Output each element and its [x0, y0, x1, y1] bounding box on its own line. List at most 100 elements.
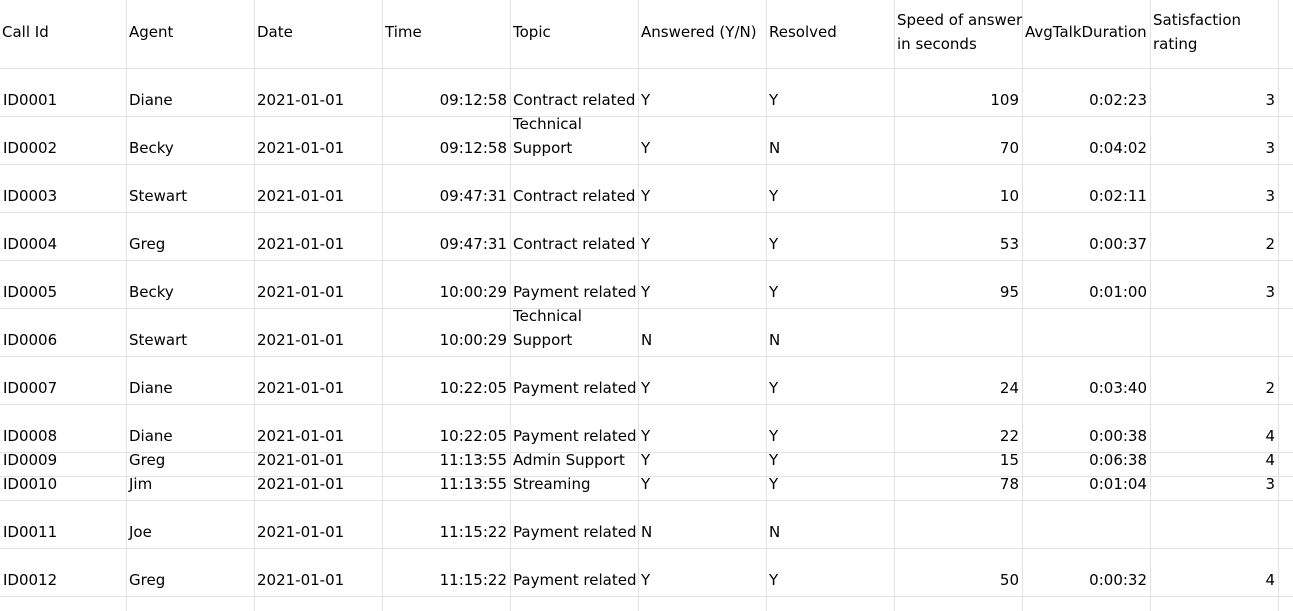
cell-answered[interactable]: Y	[641, 448, 763, 472]
cell-speed-of-answer[interactable]: 109	[897, 88, 1019, 112]
cell-resolved[interactable]: N	[769, 136, 891, 160]
header-speed-of-answer[interactable]: in seconds	[897, 32, 1022, 56]
cell-answered[interactable]: Y	[641, 136, 763, 160]
header-time[interactable]: Time	[385, 20, 510, 44]
cell-satisfaction-rating[interactable]: 2	[1153, 376, 1275, 400]
header-answered[interactable]: Answered (Y/N)	[641, 20, 766, 44]
cell-topic[interactable]: Payment related	[513, 376, 637, 400]
cell-satisfaction-rating[interactable]: 4	[1153, 424, 1275, 448]
cell-answered[interactable]: Y	[641, 472, 763, 496]
cell-time[interactable]: 09:47:31	[385, 184, 507, 208]
cell-time[interactable]: 11:13:55	[385, 448, 507, 472]
header-agent[interactable]: Agent	[129, 20, 254, 44]
cell-call-id[interactable]: ID0005	[3, 280, 123, 304]
spreadsheet-grid[interactable]: Call Id Agent Date Time Topic Answered (Y/N) R…	[0, 0, 1293, 611]
cell-topic[interactable]: Technical Support	[513, 112, 603, 160]
cell-time[interactable]: 10:00:29	[385, 328, 507, 352]
cell-speed-of-answer[interactable]: 15	[897, 448, 1019, 472]
cell-satisfaction-rating[interactable]: 3	[1153, 472, 1275, 496]
cell-speed-of-answer[interactable]	[897, 520, 1019, 544]
header-avg-talk-duration[interactable]: AvgTalkDuration	[1025, 20, 1150, 44]
cell-answered[interactable]: Y	[641, 568, 763, 592]
cell-date[interactable]: 2021-01-01	[257, 424, 379, 448]
cell-answered[interactable]: Y	[641, 232, 763, 256]
cell-topic[interactable]: Admin Support	[513, 448, 635, 472]
cell-speed-of-answer[interactable]: 10	[897, 184, 1019, 208]
cell-satisfaction-rating[interactable]	[1153, 520, 1275, 544]
cell-topic[interactable]: Contract related	[513, 184, 635, 208]
cell-call-id[interactable]: ID0001	[3, 88, 123, 112]
cell-call-id[interactable]: ID0011	[3, 520, 123, 544]
cell-answered[interactable]: N	[641, 520, 763, 544]
cell-speed-of-answer[interactable]: 70	[897, 136, 1019, 160]
cell-agent[interactable]: Stewart	[129, 328, 251, 352]
cell-satisfaction-rating[interactable]: 3	[1153, 88, 1275, 112]
cell-satisfaction-rating[interactable]	[1153, 328, 1275, 352]
cell-agent[interactable]: Diane	[129, 376, 251, 400]
header-satisfaction-rating[interactable]: Satisfaction	[1153, 8, 1278, 32]
cell-answered[interactable]: Y	[641, 424, 763, 448]
cell-topic[interactable]: Payment related	[513, 424, 637, 448]
cell-speed-of-answer[interactable]: 22	[897, 424, 1019, 448]
cell-avg-talk-duration[interactable]: 0:03:40	[1025, 376, 1147, 400]
cell-date[interactable]: 2021-01-01	[257, 88, 379, 112]
cell-satisfaction-rating[interactable]: 3	[1153, 136, 1275, 160]
cell-answered[interactable]: Y	[641, 184, 763, 208]
cell-call-id[interactable]: ID0010	[3, 472, 123, 496]
cell-resolved[interactable]: Y	[769, 448, 891, 472]
cell-agent[interactable]: Becky	[129, 136, 251, 160]
cell-agent[interactable]: Diane	[129, 424, 251, 448]
cell-topic[interactable]: Payment related	[513, 568, 637, 592]
cell-topic[interactable]: Contract related	[513, 232, 635, 256]
cell-resolved[interactable]: N	[769, 520, 891, 544]
header-satisfaction-rating[interactable]: rating	[1153, 32, 1278, 56]
cell-answered[interactable]: Y	[641, 376, 763, 400]
cell-resolved[interactable]: Y	[769, 472, 891, 496]
cell-avg-talk-duration[interactable]: 0:00:32	[1025, 568, 1147, 592]
cell-answered[interactable]: Y	[641, 280, 763, 304]
cell-call-id[interactable]: ID0008	[3, 424, 123, 448]
cell-date[interactable]: 2021-01-01	[257, 184, 379, 208]
cell-agent[interactable]: Greg	[129, 448, 251, 472]
cell-avg-talk-duration[interactable]: 0:02:11	[1025, 184, 1147, 208]
cell-topic[interactable]: Technical Support	[513, 304, 603, 352]
cell-call-id[interactable]: ID0012	[3, 568, 123, 592]
cell-agent[interactable]: Greg	[129, 568, 251, 592]
cell-topic[interactable]: Streaming	[513, 472, 635, 496]
cell-avg-talk-duration[interactable]: 0:01:04	[1025, 472, 1147, 496]
header-speed-of-answer[interactable]: Speed of answer	[897, 8, 1022, 32]
cell-resolved[interactable]: Y	[769, 88, 891, 112]
cell-topic[interactable]: Payment related	[513, 280, 637, 304]
cell-time[interactable]: 11:15:22	[385, 568, 507, 592]
cell-date[interactable]: 2021-01-01	[257, 232, 379, 256]
cell-avg-talk-duration[interactable]: 0:00:38	[1025, 424, 1147, 448]
cell-agent[interactable]: Joe	[129, 520, 251, 544]
cell-time[interactable]: 10:22:05	[385, 424, 507, 448]
cell-call-id[interactable]: ID0009	[3, 448, 123, 472]
cell-date[interactable]: 2021-01-01	[257, 376, 379, 400]
cell-satisfaction-rating[interactable]: 2	[1153, 232, 1275, 256]
cell-answered[interactable]: N	[641, 328, 763, 352]
cell-time[interactable]: 10:00:29	[385, 280, 507, 304]
cell-call-id[interactable]: ID0006	[3, 328, 123, 352]
cell-time[interactable]: 09:12:58	[385, 88, 507, 112]
cell-speed-of-answer[interactable]: 50	[897, 568, 1019, 592]
cell-avg-talk-duration[interactable]: 0:00:37	[1025, 232, 1147, 256]
cell-satisfaction-rating[interactable]: 4	[1153, 448, 1275, 472]
cell-agent[interactable]: Greg	[129, 232, 251, 256]
cell-avg-talk-duration[interactable]	[1025, 520, 1147, 544]
cell-agent[interactable]: Jim	[129, 472, 251, 496]
cell-date[interactable]: 2021-01-01	[257, 520, 379, 544]
cell-agent[interactable]: Stewart	[129, 184, 251, 208]
header-call-id[interactable]: Call Id	[2, 20, 125, 44]
cell-agent[interactable]: Becky	[129, 280, 251, 304]
cell-topic[interactable]: Contract related	[513, 88, 635, 112]
cell-speed-of-answer[interactable]	[897, 328, 1019, 352]
cell-speed-of-answer[interactable]: 95	[897, 280, 1019, 304]
header-topic[interactable]: Topic	[513, 20, 638, 44]
cell-time[interactable]: 11:13:55	[385, 472, 507, 496]
cell-resolved[interactable]: Y	[769, 184, 891, 208]
cell-satisfaction-rating[interactable]: 3	[1153, 184, 1275, 208]
cell-resolved[interactable]: Y	[769, 568, 891, 592]
cell-date[interactable]: 2021-01-01	[257, 136, 379, 160]
